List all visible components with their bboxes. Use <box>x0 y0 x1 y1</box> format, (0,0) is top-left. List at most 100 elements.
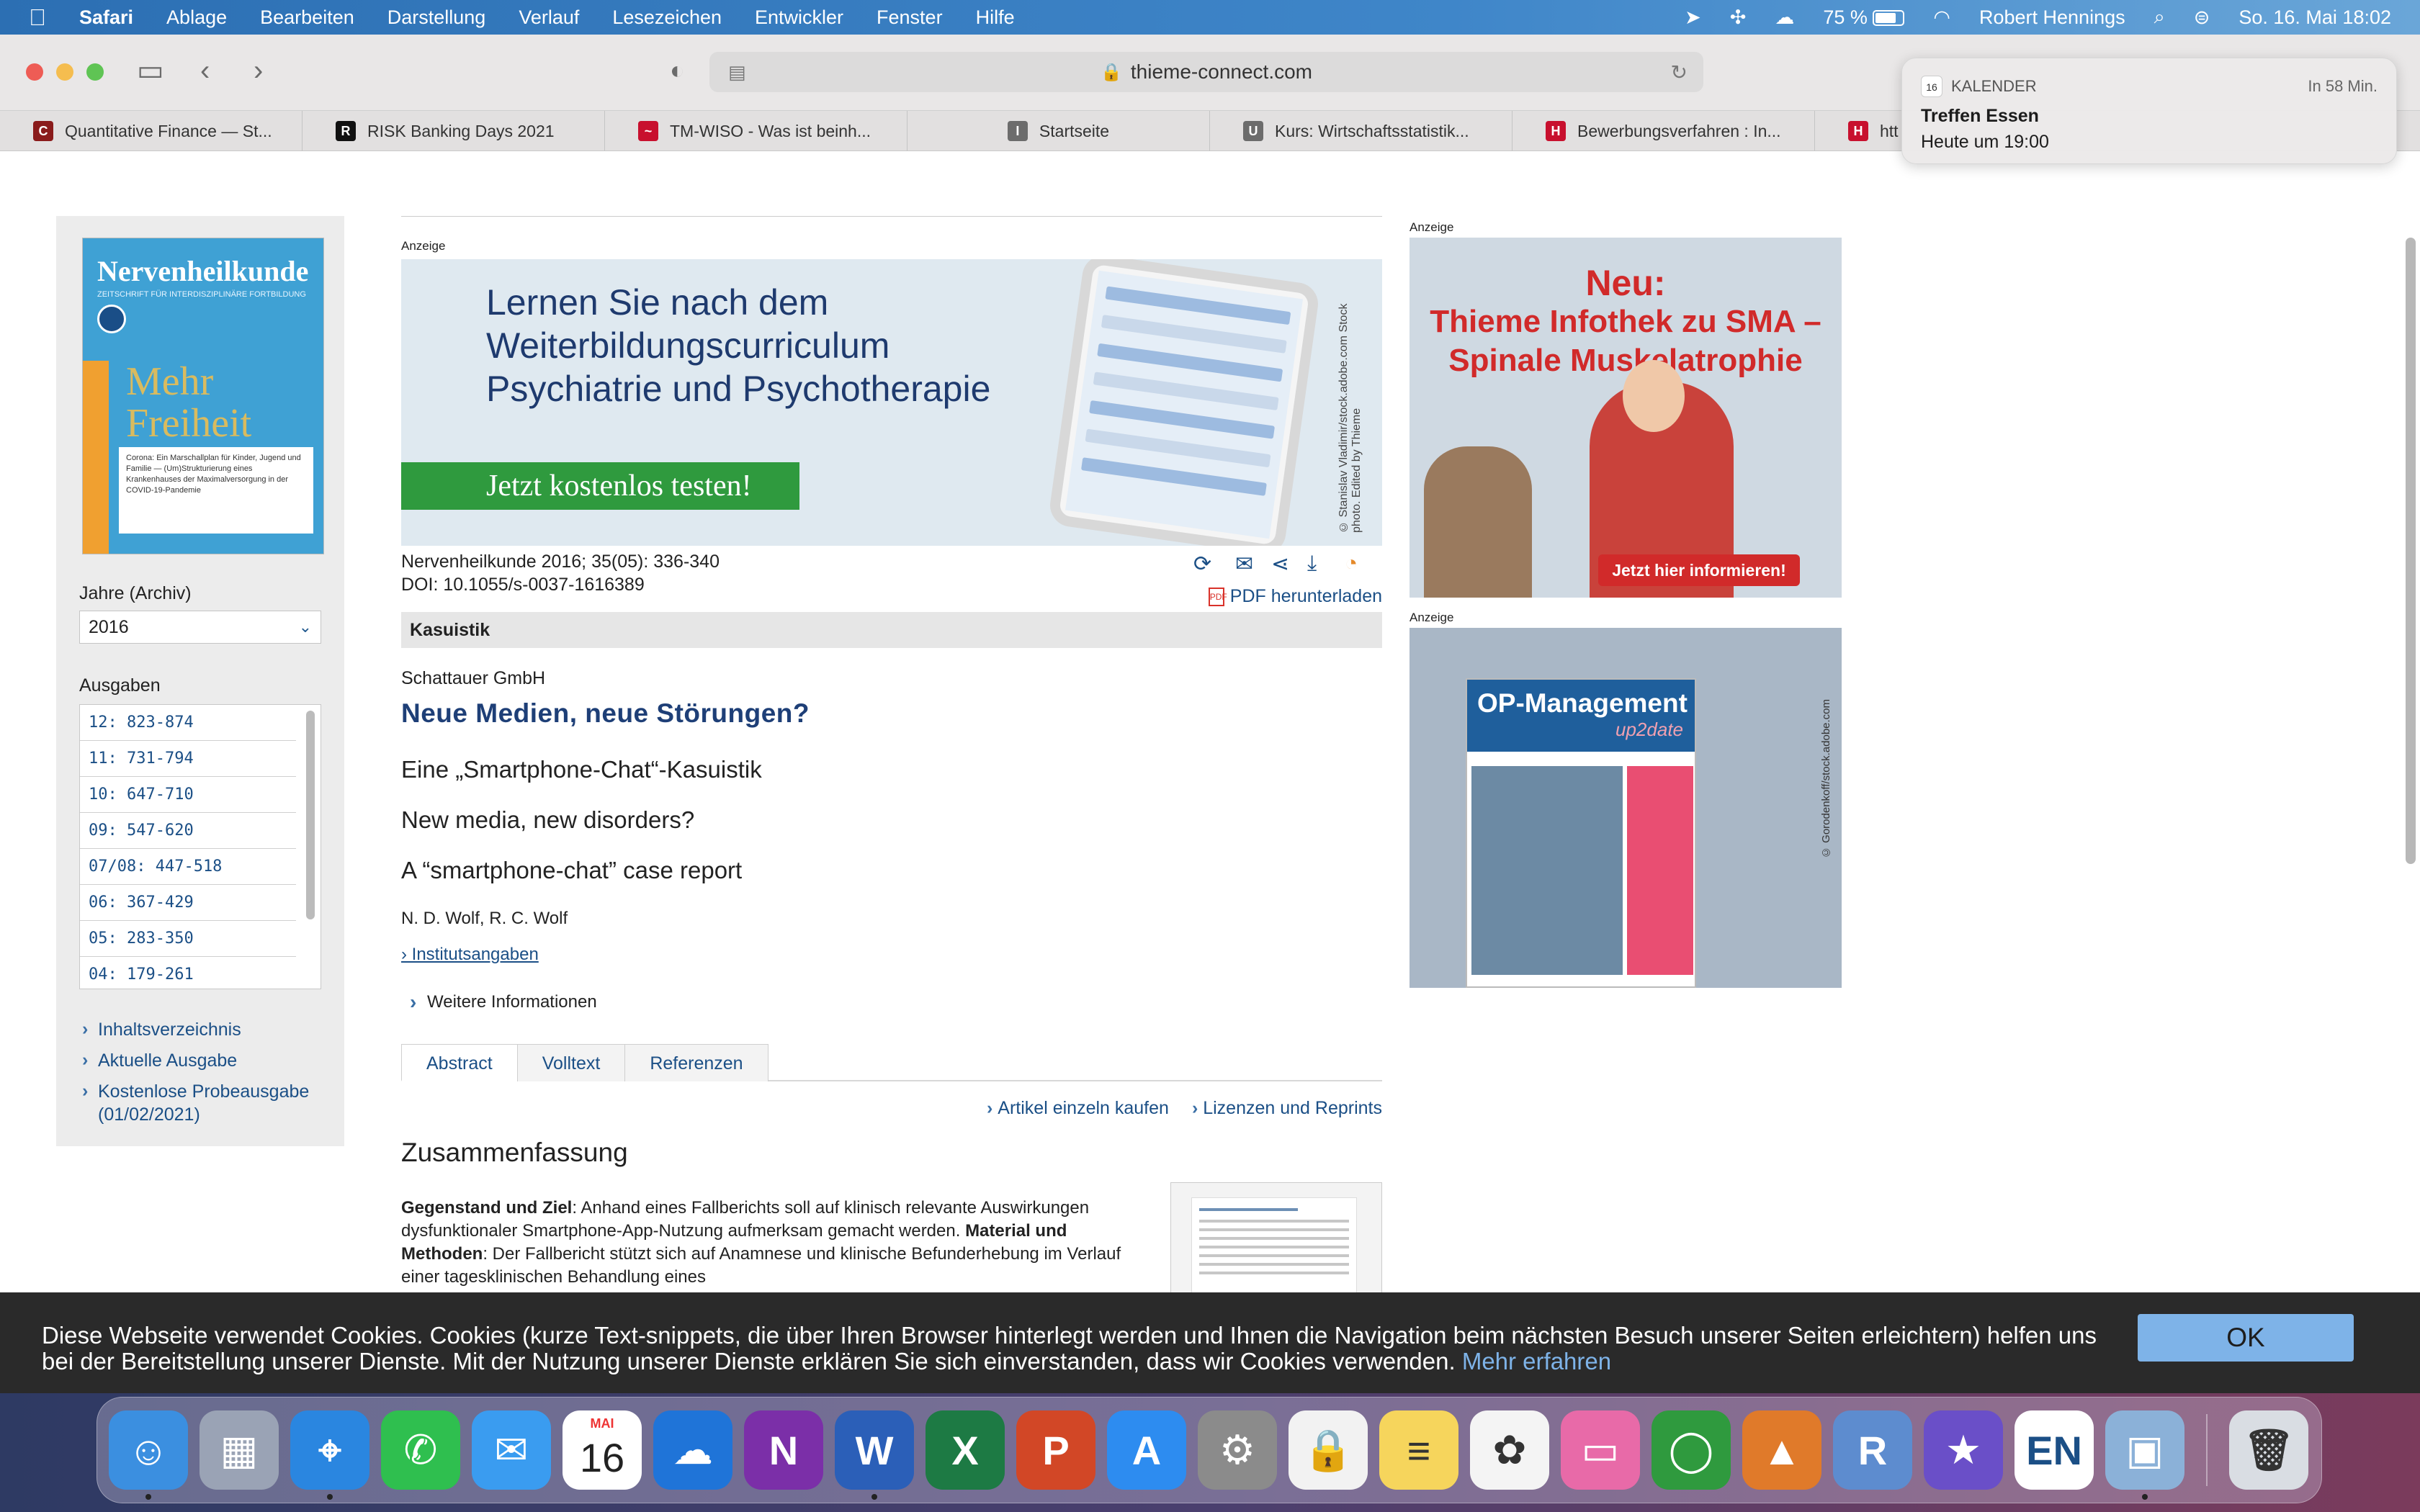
pdf-download-link[interactable]: PDF PDF herunterladen <box>1208 586 1382 607</box>
dictionary-icon[interactable]: EN <box>2015 1410 2094 1490</box>
apple-logo-icon[interactable]:  <box>29 4 58 31</box>
location-icon[interactable]: ➤ <box>1685 6 1701 29</box>
free-sample-link[interactable]: Kostenlose Probeausgabe (01/02/2021) <box>79 1079 309 1126</box>
spotlight-search-icon[interactable]: ⌕ <box>2154 6 2165 29</box>
calendar-notification[interactable]: 16 KALENDER In 58 Min. Treffen Essen Heu… <box>1901 58 2397 164</box>
menu-darstellung[interactable]: Darstellung <box>387 6 486 29</box>
email-icon[interactable]: ✉ <box>1235 552 1253 577</box>
article-thumbnail[interactable] <box>1170 1182 1382 1292</box>
wifi-icon[interactable]: ◠ <box>1933 6 1950 29</box>
reader-icon[interactable]: ▤ <box>728 61 746 84</box>
menu-ablage[interactable]: Ablage <box>166 6 227 29</box>
bookmark-item[interactable]: ~ TM-WISO - Was ist beinh... <box>605 111 908 151</box>
onenote-icon[interactable]: N <box>744 1410 823 1490</box>
matlab-icon[interactable]: ▲ <box>1742 1410 1821 1490</box>
tab-referenzen[interactable]: Referenzen <box>624 1044 768 1081</box>
ad-sma-cta-button[interactable]: Jetzt hier informieren! <box>1598 554 1800 586</box>
issue-item[interactable]: 05: 283-350 <box>80 921 296 957</box>
whatsapp-icon[interactable]: ✆ <box>381 1410 460 1490</box>
menu-safari[interactable]: Safari <box>79 6 133 29</box>
menu-verlauf[interactable]: Verlauf <box>519 6 579 29</box>
share-icon[interactable]: ⋖ <box>1271 552 1289 577</box>
vpn-icon[interactable]: ✣ <box>1730 6 1747 29</box>
battery-indicator[interactable]: 75 % <box>1823 6 1905 29</box>
doi[interactable]: DOI: 10.1055/s-0037-1616389 <box>401 575 645 595</box>
control-center-icon[interactable]: ⊜ <box>2194 6 2210 29</box>
issue-item[interactable]: 04: 179-261 <box>80 957 296 989</box>
calendar-icon[interactable]: MAI 16 <box>563 1410 642 1490</box>
circle-app-icon[interactable]: ◯ <box>1652 1410 1731 1490</box>
journal-cover-image[interactable]: Nervenheilkunde ZEITSCHRIFT FÜR INTERDIS… <box>82 238 324 554</box>
preview-icon[interactable]: ▣ <box>2105 1410 2184 1500</box>
issues-list[interactable]: 12: 823-874 11: 731-794 10: 647-710 09: … <box>79 704 321 989</box>
mail-icon[interactable]: ✉ <box>472 1410 551 1490</box>
reload-icon[interactable]: ↻ <box>1671 60 1688 84</box>
issue-item[interactable]: 07/08: 447-518 <box>80 849 296 885</box>
menu-lesezeichen[interactable]: Lesezeichen <box>612 6 722 29</box>
bookmark-label: Kurs: Wirtschaftsstatistik... <box>1275 121 1469 140</box>
minimize-window-button[interactable] <box>56 63 73 81</box>
bookmark-item[interactable]: R RISK Banking Days 2021 <box>302 111 605 151</box>
more-info-toggle[interactable]: Weitere Informationen <box>410 991 597 1014</box>
lock-icon[interactable]: 🔒 <box>1289 1410 1368 1490</box>
r-icon[interactable]: R <box>1833 1410 1912 1490</box>
licenses-link[interactable]: Lizenzen und Reprints <box>1192 1098 1382 1119</box>
bookmark-item[interactable]: U Kurs: Wirtschaftsstatistik... <box>1210 111 1512 151</box>
finder-icon[interactable]: ☺ <box>109 1410 188 1500</box>
menu-fenster[interactable]: Fenster <box>877 6 943 29</box>
photos-icon[interactable]: ✿ <box>1470 1410 1549 1490</box>
close-window-button[interactable] <box>26 63 43 81</box>
privacy-shield-icon[interactable]: ◐ <box>670 56 685 85</box>
issue-item[interactable]: 12: 823-874 <box>80 705 296 741</box>
tab-volltext[interactable]: Volltext <box>516 1044 626 1081</box>
word-icon[interactable]: W <box>835 1410 914 1500</box>
page-scrollbar[interactable] <box>2406 238 2416 864</box>
address-bar[interactable]: ▤ 🔒 thieme-connect.com ↻ <box>709 52 1703 92</box>
bookmark-item[interactable]: H Bewerbungsverfahren : In... <box>1512 111 1815 151</box>
imovie-icon[interactable]: ★ <box>1924 1410 2003 1490</box>
menu-entwickler[interactable]: Entwickler <box>755 6 843 29</box>
notes-icon[interactable]: ≡ <box>1379 1410 1458 1490</box>
zoom-window-button[interactable] <box>86 63 104 81</box>
menu-bearbeiten[interactable]: Bearbeiten <box>260 6 354 29</box>
ad-banner[interactable]: Lernen Sie nach dem Weiterbildungscurric… <box>401 259 1382 546</box>
app-store-icon[interactable]: A <box>1107 1410 1186 1490</box>
buy-article-link[interactable]: Artikel einzeln kaufen <box>987 1098 1169 1119</box>
tab-abstract[interactable]: Abstract <box>401 1044 518 1081</box>
excel-icon[interactable]: X <box>926 1410 1005 1490</box>
issue-item[interactable]: 10: 647-710 <box>80 777 296 813</box>
learn-more-link[interactable]: Mehr erfahren <box>1462 1348 1611 1374</box>
menu-user[interactable]: Robert Hennings <box>1979 6 2125 29</box>
permissions-icon[interactable]: ⟳ <box>1193 552 1211 577</box>
forward-chevron-icon[interactable]: › <box>254 56 263 85</box>
ad-sma[interactable]: Neu: Thieme Infothek zu SMA – Spinale Mu… <box>1410 238 1842 598</box>
menu-clock[interactable]: So. 16. Mai 18:02 <box>2238 6 2391 29</box>
issue-item[interactable]: 06: 367-429 <box>80 885 296 921</box>
back-chevron-icon[interactable]: ‹ <box>200 56 210 85</box>
powerpoint-icon[interactable]: P <box>1016 1410 1095 1490</box>
rss-icon[interactable]: ◔ <box>1345 552 1358 576</box>
launchpad-icon[interactable]: ▦ <box>200 1410 279 1490</box>
menu-hilfe[interactable]: Hilfe <box>976 6 1015 29</box>
bookmark-item[interactable]: I Startseite <box>908 111 1210 151</box>
download-icon[interactable]: ⤓ <box>1307 552 1317 576</box>
safari-icon[interactable]: ⌖ <box>290 1410 369 1500</box>
system-preferences-icon[interactable]: ⚙ <box>1198 1410 1277 1490</box>
banner-cta-button[interactable]: Jetzt kostenlos testen! <box>401 462 799 510</box>
cloud-sync-icon[interactable]: ☁ <box>1775 6 1794 29</box>
issue-item[interactable]: 09: 547-620 <box>80 813 296 849</box>
current-issue-link[interactable]: Aktuelle Ausgabe <box>79 1048 237 1072</box>
year-select[interactable]: 2016 ⌄ <box>79 611 321 644</box>
issues-scrollbar[interactable] <box>306 711 315 919</box>
ad-op-management[interactable]: OP-Management up2date © Gorodenkoff/stoc… <box>1410 628 1842 988</box>
sidebar-toggle-icon[interactable]: ▭ <box>137 56 164 85</box>
bookmark-favicon: I <box>1007 121 1028 141</box>
cookie-ok-button[interactable]: OK <box>2138 1314 2354 1362</box>
institution-link[interactable]: › Institutsangaben <box>401 945 539 965</box>
keynote-icon[interactable]: ▭ <box>1561 1410 1640 1490</box>
issue-item[interactable]: 11: 731-794 <box>80 741 296 777</box>
trash-icon[interactable]: 🗑 <box>2229 1410 2308 1490</box>
bookmark-item[interactable]: C Quantitative Finance — St... <box>0 111 302 151</box>
toc-link[interactable]: Inhaltsverzeichnis <box>79 1017 241 1041</box>
onedrive-icon[interactable]: ☁ <box>653 1410 732 1490</box>
